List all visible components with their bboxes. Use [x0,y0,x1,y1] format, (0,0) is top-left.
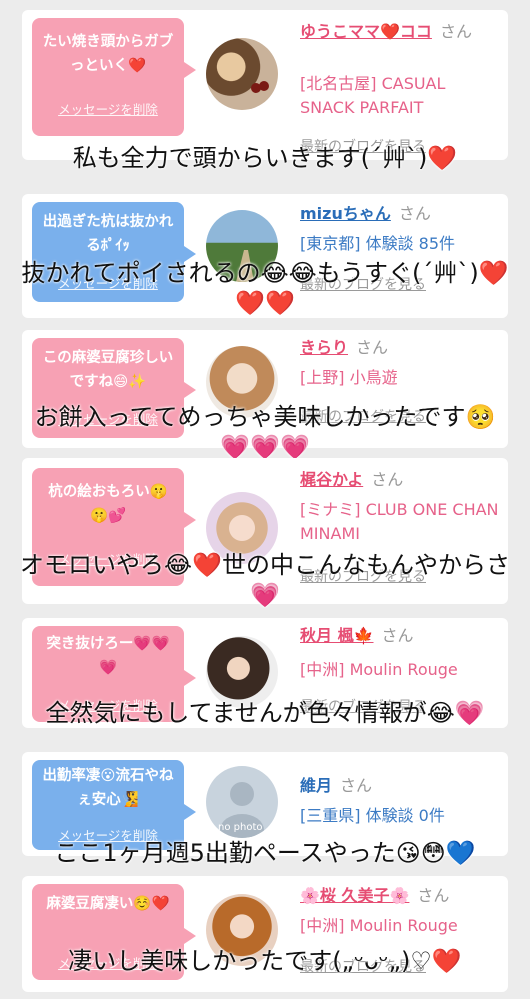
delete-message-link[interactable]: メッセージを削除 [32,98,184,122]
sender-name-line: 🌸桜 久美子🌸 さん [300,884,500,908]
sender-name-link[interactable]: ゆうこママ❤️ココ [300,22,432,41]
sender-name-link[interactable]: 🌸桜 久美子🌸 [300,886,409,905]
sender-name-line: 秋月 楓🍁 さん [300,624,500,648]
sender-name-link[interactable]: 維月 [300,776,332,795]
honorific: さん [417,886,450,905]
sender-name-link[interactable]: mizuちゃん [300,204,391,223]
sender-location: [中洲] Moulin Rouge [300,916,458,935]
overlay-caption: 全然気にもしてませんが色々情報が😂💗 [45,699,485,727]
message-text: この麻婆豆腐珍しいですね😄✨ [42,350,174,390]
sender-location: [東京都] 体験談 85件 [300,234,456,253]
sender-name-link[interactable]: 秋月 楓🍁 [300,626,374,645]
sender-location: [三重県] 体験談 0件 [300,806,445,825]
sender-location: [ミナミ] CLUB ONE CHAN MINAMI [300,500,499,543]
honorific: さん [340,776,373,795]
message-text: 出勤率凄😮流石やねぇ安心🧏 [42,768,174,808]
message-text: 麻婆豆腐凄い☺️❤️ [46,896,170,912]
sender-name-line: ゆうこママ❤️ココ さん [300,20,500,44]
sender-name-link[interactable]: きらり [300,338,348,357]
honorific: さん [381,626,414,645]
message-text: 出過ぎた杭は抜かれるﾎﾟｲｯ [42,214,174,254]
avatar[interactable]: no photo [206,766,278,838]
overlay-caption: 凄いし美味しかったです(„ᵕᴗᵕ„)♡❤️ [68,947,462,975]
sender-name-line: mizuちゃん さん [300,202,500,226]
sender-location: [上野] 小鳥遊 [300,368,398,387]
avatar-image [251,81,269,93]
honorific: さん [371,470,404,489]
message-bubble: 出勤率凄😮流石やねぇ安心🧏 メッセージを削除 [32,760,196,850]
overlay-caption: オモロいやろ😂❤️世の中こんなもんやからさ💗 [20,551,510,609]
overlay-caption: ここ1ヶ月週5出勤ペースやった😘😳💙 [54,839,476,867]
message-text: 突き抜けろー💗💗💗 [46,636,170,676]
no-photo-label: no photo [218,822,263,833]
message-bubble: たい焼き頭からガブっといく❤️ メッセージを削除 [32,18,196,136]
honorific: さん [398,204,431,223]
sender-name-line: 維月 さん [300,774,500,798]
sender-location: [北名古屋] CASUAL SNACK PARFAIT [300,74,446,117]
honorific: さん [439,22,472,41]
sender-location: [中洲] Moulin Rouge [300,660,458,679]
sender-name-line: きらり さん [300,336,500,360]
message-text: たい焼き頭からガブっといく❤️ [42,34,174,74]
message-card: たい焼き頭からガブっといく❤️ メッセージを削除 ゆうこママ❤️ココ さん [北名… [22,10,508,160]
overlay-caption: お餅入っててめっちゃ美味しかったです🥺💗💗💗 [34,403,496,461]
sender-name-line: 梶谷かよ さん [300,468,500,492]
honorific: さん [356,338,389,357]
message-text: 杭の絵おもろい🤫🤫💕 [48,484,168,524]
overlay-caption: 抜かれてポイされるの😂😂もうすぐ(´艸`)❤️❤️❤️ [21,259,509,317]
avatar[interactable] [206,38,278,110]
overlay-caption: 私も全力で頭からいきます(´艸`)❤️ [72,144,458,172]
sender-name-link[interactable]: 梶谷かよ [300,470,363,489]
